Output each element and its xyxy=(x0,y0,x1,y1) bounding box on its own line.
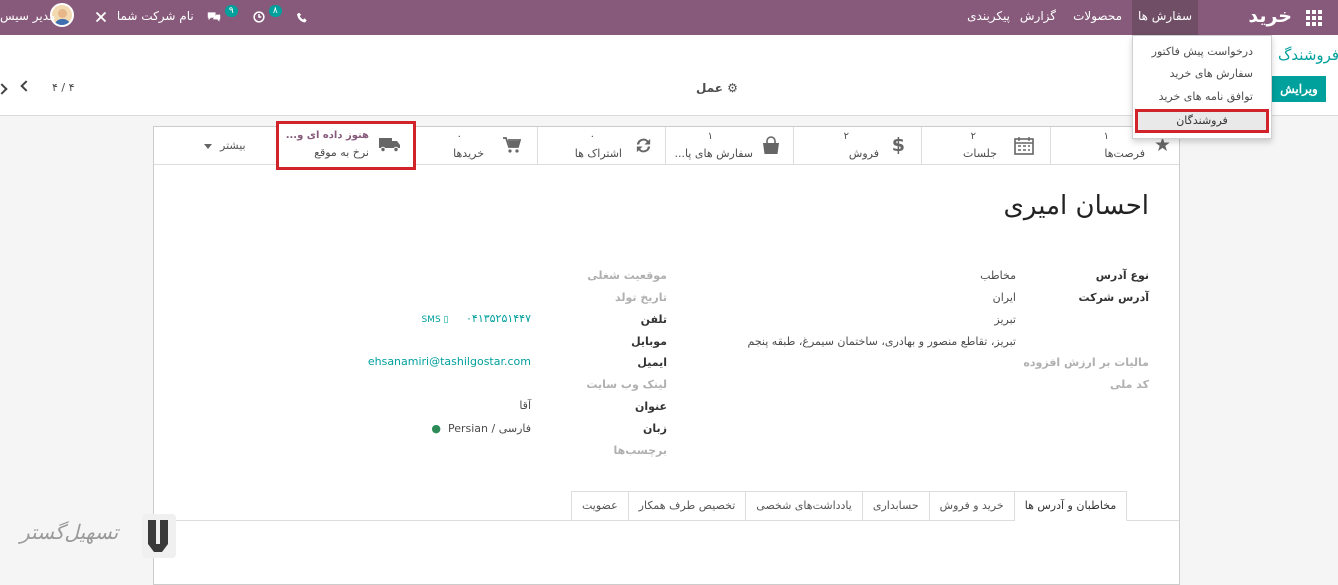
language-label: زبان xyxy=(643,422,667,435)
subscriptions-count: ۰ xyxy=(589,131,595,142)
phone-number[interactable]: ۰۴۱۳۵۲۵۱۴۴۷ xyxy=(466,312,531,325)
edit-button[interactable]: ویرایش xyxy=(1272,76,1326,102)
sales-label: فروش xyxy=(848,147,879,160)
gear-icon: ⚙ xyxy=(727,81,738,95)
phone-value[interactable]: ۰۴۱۳۵۲۵۱۴۴۷ ▯ SMS xyxy=(421,312,531,325)
tab-sales-purchase[interactable]: خرید و فروش xyxy=(928,491,1015,521)
language-value: ● Persian / فارسی xyxy=(431,422,531,435)
caret-down-icon xyxy=(204,143,212,149)
breadcrumb[interactable]: فروشندگ xyxy=(1278,46,1338,64)
tab-membership[interactable]: عضویت xyxy=(571,491,629,521)
company-address-label: آدرس شرکت xyxy=(1078,291,1149,304)
messages-indicator[interactable]: ۹ xyxy=(207,0,238,35)
mobile-icon: ▯ xyxy=(443,315,449,325)
subscriptions-button[interactable]: ۰ اشتراک ها xyxy=(537,127,665,165)
purchase-orders-label: سفارش های پا... xyxy=(674,147,753,160)
company-switcher[interactable]: نام شرکت شما xyxy=(95,0,194,35)
sales-count: ۲ xyxy=(843,131,849,142)
activity-badge: ۸ xyxy=(268,5,282,17)
on-time-value: هنوز داده ای و... xyxy=(285,130,369,141)
tools-icon xyxy=(95,11,107,22)
clock-icon xyxy=(253,10,265,23)
truck-icon xyxy=(379,138,400,152)
pager-next-icon[interactable] xyxy=(0,83,8,95)
job-position-label: موقعیت شغلی xyxy=(587,269,667,282)
stat-button-box: ★ ۱ فرصت‌ها ۲ جلسات $ ۲ فروش ۱ سفارش های… xyxy=(154,121,1179,170)
menu-item-purchase-orders[interactable]: سفارش های خرید xyxy=(1170,67,1253,80)
subscriptions-label: اشتراک ها xyxy=(574,147,622,160)
shopping-bag-icon xyxy=(761,136,781,159)
purchases-count: ۰ xyxy=(456,131,462,142)
purchase-orders-button[interactable]: ۱ سفارش های پا... xyxy=(665,127,793,165)
sms-label: SMS xyxy=(421,315,441,325)
orders-dropdown-menu: درخواست پیش فاکتور سفارش های خرید توافق … xyxy=(1132,35,1272,139)
more-label: بیشتر xyxy=(220,139,246,152)
meetings-count: ۲ xyxy=(970,131,976,142)
menu-item-rfq[interactable]: درخواست پیش فاکتور xyxy=(1152,45,1253,58)
title-label: عنوان xyxy=(634,400,667,413)
globe-icon: ● xyxy=(431,422,441,435)
tab-contacts-addresses[interactable]: مخاطبان و آدرس ها xyxy=(1013,491,1128,521)
mobile-label: موبایل xyxy=(631,335,667,348)
action-menu[interactable]: ⚙ عمل xyxy=(696,81,738,95)
pager-previous-icon[interactable] xyxy=(20,80,32,92)
notebook-tabs: مخاطبان و آدرس ها خرید و فروش حسابداری ی… xyxy=(571,491,1128,521)
vat-label: مالیات بر ارزش افزوده xyxy=(1023,356,1149,369)
menu-reports[interactable]: گزارش xyxy=(1020,0,1056,35)
dollar-icon: $ xyxy=(891,134,905,156)
messages-badge: ۹ xyxy=(224,5,238,17)
tab-partner-assignment[interactable]: تخصیص طرف همکار xyxy=(627,491,747,521)
watermark-text: تسهیل‌گستر xyxy=(20,520,119,544)
menu-item-purchase-agreements[interactable]: توافق نامه های خرید xyxy=(1159,90,1253,103)
menu-products[interactable]: محصولات xyxy=(1073,0,1122,35)
tags-label: برچسب‌ها xyxy=(613,444,668,457)
menu-configuration[interactable]: پیکربندی xyxy=(967,0,1010,35)
phone-label: تلفن xyxy=(640,313,667,326)
national-id-label: کد ملی xyxy=(1109,378,1149,391)
opportunities-label: فرصت‌ها xyxy=(1104,147,1145,160)
cart-icon xyxy=(503,137,522,158)
action-label: عمل xyxy=(696,81,723,95)
email-label: ایمیل xyxy=(637,356,667,369)
refresh-icon xyxy=(634,136,653,159)
activity-indicator[interactable]: ۸ xyxy=(253,0,282,35)
city-value: تبریز xyxy=(994,313,1016,326)
opportunities-count: ۱ xyxy=(1103,131,1109,142)
menu-item-vendors[interactable]: فروشندگان xyxy=(1135,109,1269,133)
birth-date-label: تاریخ تولد xyxy=(615,291,667,304)
email-value[interactable]: ehsanamiri@tashilgostar.com xyxy=(368,355,531,368)
purchase-orders-count: ۱ xyxy=(707,131,713,142)
watermark-logo: تسهیل‌گستر xyxy=(20,512,180,562)
language-text: Persian / فارسی xyxy=(447,422,531,435)
chat-icon xyxy=(207,11,221,22)
purchases-button[interactable]: ۰ خریدها xyxy=(409,127,537,165)
meetings-button[interactable]: ۲ جلسات xyxy=(921,127,1050,165)
website-label: لینک وب سایت xyxy=(586,378,667,391)
on-time-label: نرخ به موقع xyxy=(314,146,369,159)
more-dropdown[interactable]: بیشتر xyxy=(204,139,246,152)
phone-icon[interactable] xyxy=(297,0,308,35)
partner-name: احسان امیری xyxy=(1003,191,1149,221)
app-brand: خرید xyxy=(1248,5,1292,27)
tab-internal-notes[interactable]: یادداشت‌های شخصی xyxy=(745,491,863,521)
street-value: تبریز، تقاطع منصور و بهادری، ساختمان سیم… xyxy=(747,335,1017,348)
address-type-label: نوع آدرس xyxy=(1095,269,1149,282)
purchases-label: خریدها xyxy=(453,147,484,160)
address-type-value: مخاطب xyxy=(980,269,1016,282)
apps-grid-icon[interactable] xyxy=(1306,10,1322,26)
sales-button[interactable]: $ ۲ فروش xyxy=(793,127,921,165)
on-time-rate-button[interactable]: هنوز داده ای و... نرخ به موقع xyxy=(276,121,416,170)
tab-accounting[interactable]: حسابداری xyxy=(861,491,930,521)
title-value: آقا xyxy=(519,399,531,412)
user-name[interactable]: مدیر سیس xyxy=(0,0,55,35)
calendar-icon xyxy=(1014,136,1034,159)
meetings-label: جلسات xyxy=(963,147,997,160)
company-name: نام شرکت شما xyxy=(116,9,194,23)
country-value: ایران xyxy=(992,291,1016,304)
pager-counter[interactable]: ۴ / ۴ xyxy=(52,81,75,94)
sms-button[interactable]: ▯ SMS xyxy=(421,315,448,325)
partner-form-sheet: ★ ۱ فرصت‌ها ۲ جلسات $ ۲ فروش ۱ سفارش های… xyxy=(153,121,1180,585)
menu-orders[interactable]: سفارش ها xyxy=(1132,0,1198,35)
top-navbar: خرید سفارش ها محصولات گزارش پیکربندی ۸ ۹… xyxy=(0,0,1338,35)
